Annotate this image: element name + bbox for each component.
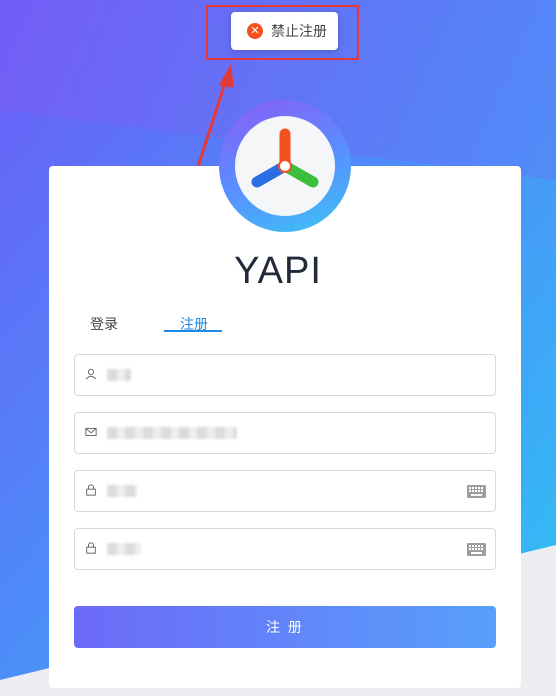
password-field[interactable] xyxy=(74,470,496,512)
keyboard-icon[interactable] xyxy=(467,543,486,556)
annotation-highlight-box xyxy=(206,5,359,60)
yapi-pinwheel-logo xyxy=(251,128,319,188)
confirm-password-value-redacted xyxy=(107,543,141,555)
app-title: YAPI xyxy=(234,250,322,292)
lock-icon xyxy=(85,542,99,556)
app-logo xyxy=(219,100,351,232)
password-value-redacted xyxy=(107,485,137,497)
keyboard-icon[interactable] xyxy=(467,485,486,498)
active-tab-indicator xyxy=(164,330,222,332)
email-value-redacted xyxy=(107,427,237,439)
username-field[interactable] xyxy=(74,354,496,396)
lock-icon xyxy=(85,484,99,498)
email-field[interactable] xyxy=(74,412,496,454)
mail-icon xyxy=(85,426,99,440)
tab-login[interactable]: 登录 xyxy=(90,314,118,334)
confirm-password-field[interactable] xyxy=(74,528,496,570)
username-value-redacted xyxy=(107,369,131,381)
user-icon xyxy=(85,368,99,382)
register-button[interactable]: 注 册 xyxy=(74,606,496,648)
